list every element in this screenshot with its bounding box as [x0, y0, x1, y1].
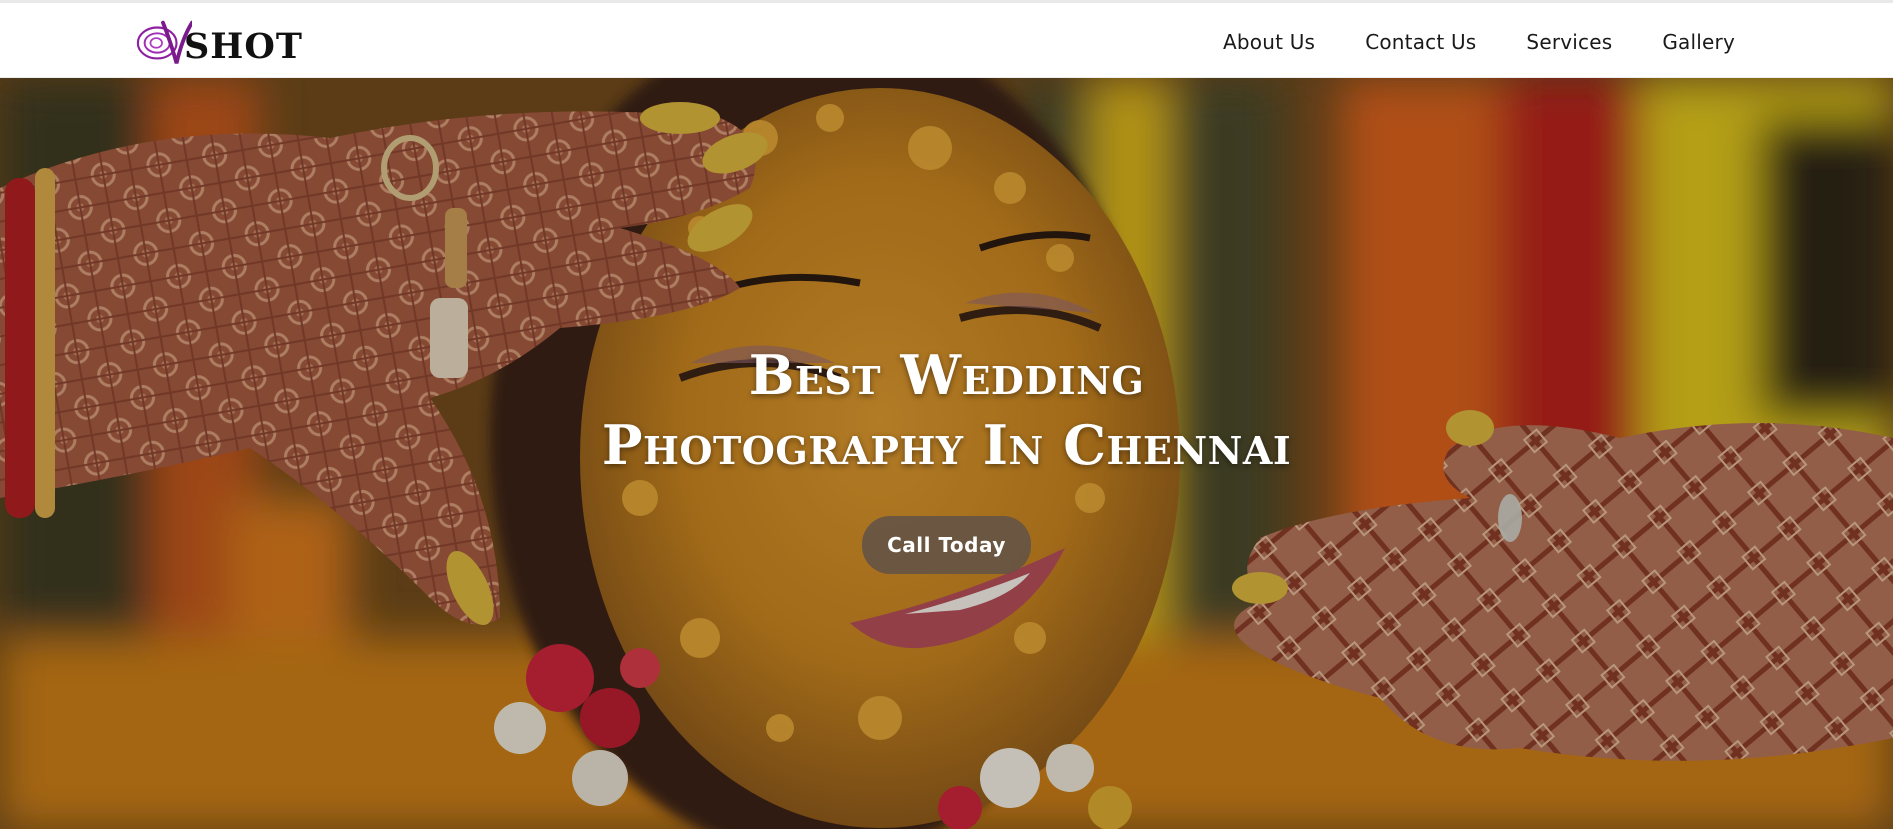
page: SHOT About Us Contact Us Services Galler… — [0, 0, 1893, 829]
main-nav: About Us Contact Us Services Gallery — [1223, 3, 1735, 81]
hero-title-line-1: Best Wedding — [748, 343, 1145, 407]
nav-services[interactable]: Services — [1526, 30, 1612, 54]
hero-content: Best Wedding Photography In Chennai Call… — [0, 340, 1893, 574]
nav-contact-us[interactable]: Contact Us — [1365, 30, 1476, 54]
site-logo[interactable]: SHOT — [134, 13, 314, 71]
logo-text: SHOT — [184, 25, 303, 67]
nav-gallery[interactable]: Gallery — [1662, 30, 1735, 54]
call-today-button[interactable]: Call Today — [862, 516, 1031, 574]
hero-title-line-2: Photography In Chennai — [601, 413, 1292, 477]
hero-title: Best Wedding Photography In Chennai — [0, 340, 1893, 480]
hero-banner: Best Wedding Photography In Chennai Call… — [0, 78, 1893, 829]
nav-about-us[interactable]: About Us — [1223, 30, 1315, 54]
site-header: SHOT About Us Contact Us Services Galler… — [0, 0, 1893, 78]
